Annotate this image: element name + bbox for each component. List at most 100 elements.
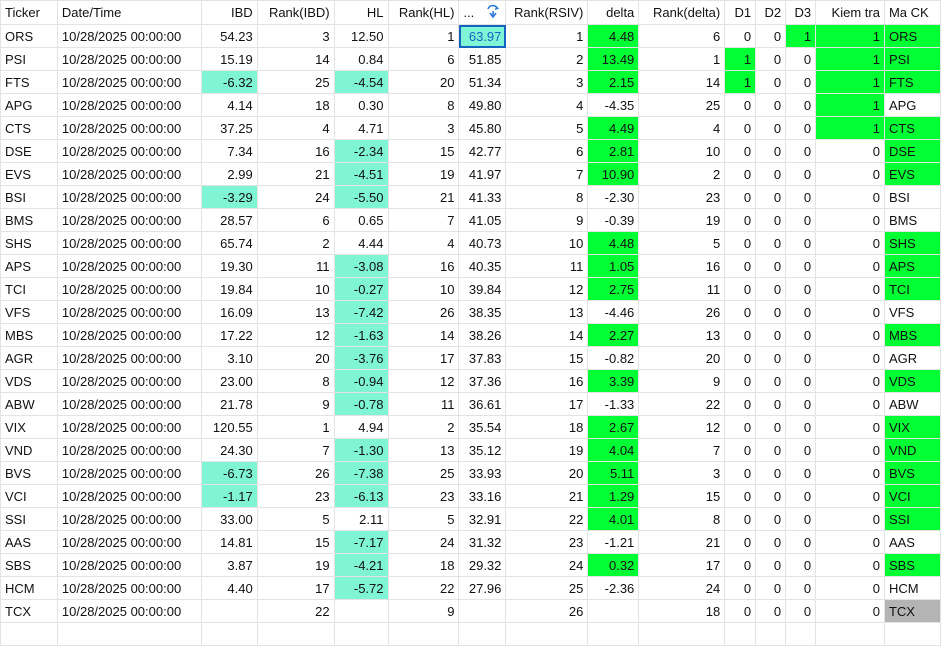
cell-ma-ck[interactable]: VCI bbox=[883, 484, 941, 508]
cell-ibd[interactable]: 2.99 bbox=[200, 162, 258, 186]
cell-d1[interactable]: 0 bbox=[724, 162, 757, 186]
cell-kiem-tra[interactable]: 0 bbox=[815, 346, 885, 370]
cell-ma-ck[interactable]: PSI bbox=[883, 47, 941, 71]
table-row[interactable]: TCX 10/28/2025 00:00:00 22 9 26 18 0 0 0 0 TCX bbox=[0, 599, 941, 623]
cell-ticker[interactable]: HCM bbox=[0, 576, 58, 600]
cell-datetime[interactable]: 10/28/2025 00:00:00 bbox=[56, 576, 202, 600]
cell-ticker[interactable]: VCI bbox=[0, 484, 58, 508]
cell-d2[interactable]: 0 bbox=[755, 93, 787, 117]
cell-delta[interactable] bbox=[587, 599, 640, 623]
cell-delta[interactable]: -4.35 bbox=[587, 93, 640, 117]
cell-ibd[interactable]: 17.22 bbox=[200, 323, 258, 347]
cell-kiem-tra[interactable]: 0 bbox=[815, 254, 885, 278]
cell-ma-ck[interactable]: BSI bbox=[883, 185, 941, 209]
cell-rank-hl[interactable]: 17 bbox=[387, 346, 460, 370]
cell-rank-rsiv[interactable]: 17 bbox=[505, 392, 589, 416]
cell-ticker[interactable]: APS bbox=[0, 254, 58, 278]
cell-ticker[interactable]: BSI bbox=[0, 185, 58, 209]
cell-rank-hl[interactable]: 9 bbox=[387, 599, 460, 623]
cell-rank-ibd[interactable]: 5 bbox=[256, 507, 335, 531]
cell-rank-ibd[interactable]: 6 bbox=[256, 208, 335, 232]
cell-rsiv[interactable]: 35.54 bbox=[458, 415, 507, 439]
cell-ibd[interactable]: 16.09 bbox=[200, 300, 258, 324]
cell-datetime[interactable]: 10/28/2025 00:00:00 bbox=[56, 277, 202, 301]
cell-rank-hl[interactable]: 25 bbox=[387, 461, 460, 485]
cell-d1[interactable]: 0 bbox=[724, 507, 757, 531]
cell-rank-rsiv[interactable]: 13 bbox=[505, 300, 589, 324]
cell-datetime[interactable]: 10/28/2025 00:00:00 bbox=[56, 185, 202, 209]
cell-rank-hl[interactable]: 14 bbox=[387, 323, 460, 347]
cell-d2[interactable]: 0 bbox=[755, 369, 787, 393]
cell-rank-hl[interactable]: 8 bbox=[387, 93, 460, 117]
cell-kiem-tra[interactable]: 0 bbox=[815, 208, 885, 232]
cell-ticker[interactable]: TCX bbox=[0, 599, 58, 623]
cell-delta[interactable]: 2.67 bbox=[587, 415, 640, 439]
cell-d2[interactable]: 0 bbox=[755, 576, 787, 600]
cell-rank-ibd[interactable]: 24 bbox=[256, 185, 335, 209]
cell-rank-rsiv[interactable]: 11 bbox=[505, 254, 589, 278]
cell-datetime[interactable]: 10/28/2025 00:00:00 bbox=[56, 208, 202, 232]
cell-delta[interactable]: -1.21 bbox=[587, 530, 640, 554]
cell-delta[interactable]: -0.82 bbox=[587, 346, 640, 370]
cell-rank-ibd[interactable]: 14 bbox=[256, 47, 335, 71]
cell-datetime[interactable]: 10/28/2025 00:00:00 bbox=[56, 162, 202, 186]
cell-d2[interactable]: 0 bbox=[755, 300, 787, 324]
cell-ticker[interactable]: EVS bbox=[0, 162, 58, 186]
cell-ibd[interactable]: -6.73 bbox=[200, 461, 258, 485]
cell-d2[interactable]: 0 bbox=[755, 116, 787, 140]
cell-rank-rsiv[interactable]: 15 bbox=[505, 346, 589, 370]
cell-rank-rsiv[interactable]: 26 bbox=[505, 599, 589, 623]
cell-rank-delta[interactable]: 17 bbox=[638, 553, 726, 577]
cell-rank-hl[interactable]: 20 bbox=[387, 70, 460, 94]
cell-rank-delta[interactable]: 21 bbox=[638, 530, 726, 554]
cell-kiem-tra[interactable]: 0 bbox=[815, 461, 885, 485]
cell-kiem-tra[interactable]: 0 bbox=[815, 300, 885, 324]
cell-d3[interactable]: 0 bbox=[785, 438, 817, 462]
header-d1[interactable]: D1 bbox=[724, 0, 757, 25]
cell-delta[interactable]: 4.48 bbox=[587, 231, 640, 255]
cell-d3[interactable]: 0 bbox=[785, 392, 817, 416]
cell-delta[interactable]: 0.32 bbox=[587, 553, 640, 577]
cell-datetime[interactable]: 10/28/2025 00:00:00 bbox=[56, 116, 202, 140]
cell-hl[interactable]: -0.94 bbox=[333, 369, 389, 393]
cell-d2[interactable]: 0 bbox=[755, 254, 787, 278]
table-row[interactable]: BMS 10/28/2025 00:00:00 28.57 6 0.65 7 41.05 9-… bbox=[0, 208, 941, 232]
cell-delta[interactable]: 4.04 bbox=[587, 438, 640, 462]
cell-delta[interactable]: 10.90 bbox=[587, 162, 640, 186]
cell-kiem-tra[interactable]: 0 bbox=[815, 415, 885, 439]
cell-kiem-tra[interactable]: 0 bbox=[815, 599, 885, 623]
cell-rsiv[interactable]: 37.36 bbox=[458, 369, 507, 393]
table-row[interactable]: AGR 10/28/2025 00:00:00 3.10 20 -3.76 17 37.83… bbox=[0, 346, 941, 370]
cell-d2[interactable]: 0 bbox=[755, 553, 787, 577]
cell-rank-rsiv[interactable]: 19 bbox=[505, 438, 589, 462]
cell-datetime[interactable]: 10/28/2025 00:00:00 bbox=[56, 24, 202, 48]
cell-rank-ibd[interactable]: 21 bbox=[256, 162, 335, 186]
cell-rsiv[interactable]: 51.34 bbox=[458, 70, 507, 94]
cell-kiem-tra[interactable]: 1 bbox=[815, 24, 885, 48]
cell-datetime[interactable]: 10/28/2025 00:00:00 bbox=[56, 438, 202, 462]
cell-rank-delta[interactable]: 13 bbox=[638, 323, 726, 347]
cell-rank-rsiv[interactable]: 16 bbox=[505, 369, 589, 393]
cell-ticker[interactable]: VDS bbox=[0, 369, 58, 393]
cell-d3[interactable]: 0 bbox=[785, 162, 817, 186]
cell-ma-ck[interactable]: VFS bbox=[883, 300, 941, 324]
cell-d3[interactable]: 0 bbox=[785, 461, 817, 485]
cell-rsiv[interactable]: 40.35 bbox=[458, 254, 507, 278]
cell-rank-ibd[interactable]: 13 bbox=[256, 300, 335, 324]
cell-d3[interactable]: 1 bbox=[785, 24, 817, 48]
cell-ma-ck[interactable]: TCX bbox=[883, 599, 941, 623]
cell-d2[interactable]: 0 bbox=[755, 47, 787, 71]
cell-rank-hl[interactable]: 3 bbox=[387, 116, 460, 140]
table-row[interactable]: AAS 10/28/2025 00:00:00 14.81 15 -7.17 24 31.3… bbox=[0, 530, 941, 554]
cell-ibd[interactable]: 14.81 bbox=[200, 530, 258, 554]
cell-rank-delta[interactable]: 11 bbox=[638, 277, 726, 301]
cell-ibd[interactable]: 54.23 bbox=[200, 24, 258, 48]
cell-hl[interactable]: 4.71 bbox=[333, 116, 389, 140]
cell-rank-hl[interactable]: 7 bbox=[387, 208, 460, 232]
cell-ma-ck[interactable]: VND bbox=[883, 438, 941, 462]
cell-rank-delta[interactable]: 4 bbox=[638, 116, 726, 140]
cell-kiem-tra[interactable]: 0 bbox=[815, 231, 885, 255]
cell-delta[interactable]: -4.46 bbox=[587, 300, 640, 324]
cell-rank-rsiv[interactable]: 10 bbox=[505, 231, 589, 255]
cell-ma-ck[interactable]: SSI bbox=[883, 507, 941, 531]
